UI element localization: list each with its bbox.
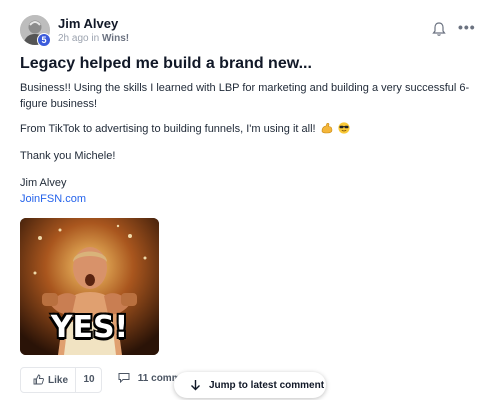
gif-image[interactable]: YES!	[20, 218, 159, 355]
jump-to-latest-button[interactable]: Jump to latest comment	[174, 372, 326, 398]
level-badge: 5	[37, 33, 51, 47]
meta-in: in	[91, 33, 100, 44]
flexed-biceps-icon	[321, 122, 333, 134]
post-time: 2h ago	[58, 33, 89, 44]
post-header: 5 Jim Alvey 2h ago in Wins! •••	[20, 15, 480, 47]
signature-name: Jim Alvey	[20, 177, 67, 189]
website-link[interactable]: JoinFSN.com	[20, 191, 86, 207]
thumbs-up-icon	[33, 374, 44, 385]
post-paragraph-2-text: From TikTok to advertising to building f…	[20, 123, 316, 135]
like-group: Like 10	[20, 367, 102, 393]
post-title: Legacy helped me build a brand new...	[20, 55, 312, 72]
bell-icon[interactable]	[432, 21, 446, 37]
post-paragraph-3: Thank you Michele!	[20, 150, 116, 162]
jump-label: Jump to latest comment	[209, 380, 325, 391]
post-paragraph-2: From TikTok to advertising to building f…	[20, 121, 350, 137]
comments-button[interactable]: 11 comm	[118, 372, 181, 384]
category-link[interactable]: Wins!	[102, 33, 129, 44]
sunglasses-face-icon	[338, 122, 350, 134]
comment-icon	[118, 373, 130, 384]
post-paragraph-1: Business!! Using the skills I learned wi…	[20, 82, 470, 110]
post-card: 5 Jim Alvey 2h ago in Wins! ••• Legacy h…	[0, 0, 498, 400]
author-name[interactable]: Jim Alvey	[58, 16, 118, 31]
post-meta: 2h ago in Wins!	[58, 33, 129, 44]
like-label: Like	[48, 375, 69, 386]
gif-caption: YES!	[50, 310, 129, 345]
like-count[interactable]: 10	[75, 368, 102, 392]
more-options-icon[interactable]: •••	[458, 19, 476, 35]
arrow-down-icon	[191, 380, 200, 391]
like-button[interactable]: Like	[21, 368, 75, 392]
